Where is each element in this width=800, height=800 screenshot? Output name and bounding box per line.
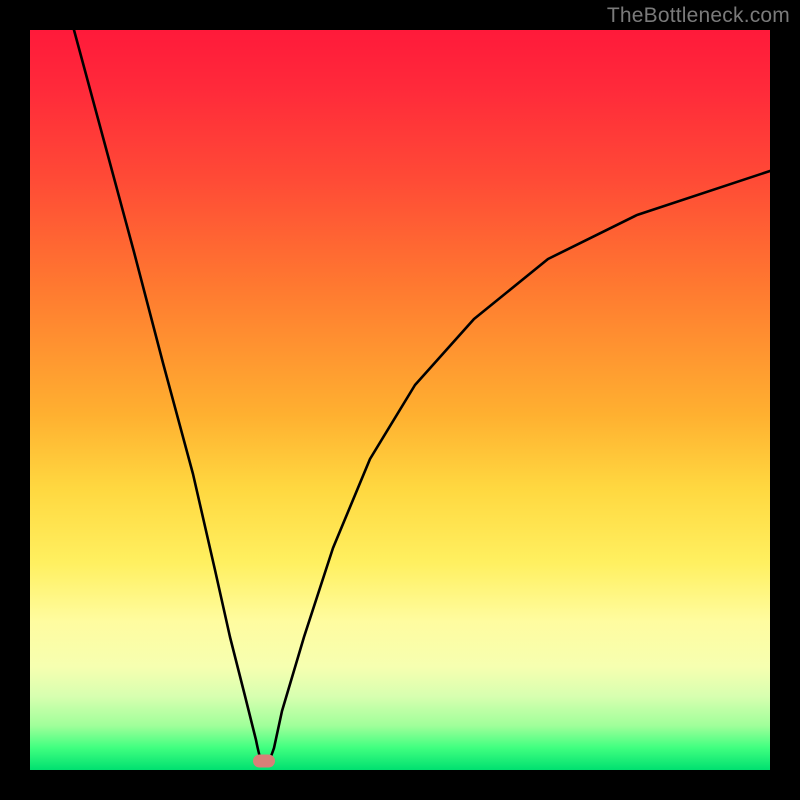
- watermark-text: TheBottleneck.com: [607, 4, 790, 28]
- bottleneck-curve: [30, 30, 770, 770]
- curve-path: [74, 30, 770, 766]
- chart-plot-area: [30, 30, 770, 770]
- optimum-marker: [253, 755, 275, 768]
